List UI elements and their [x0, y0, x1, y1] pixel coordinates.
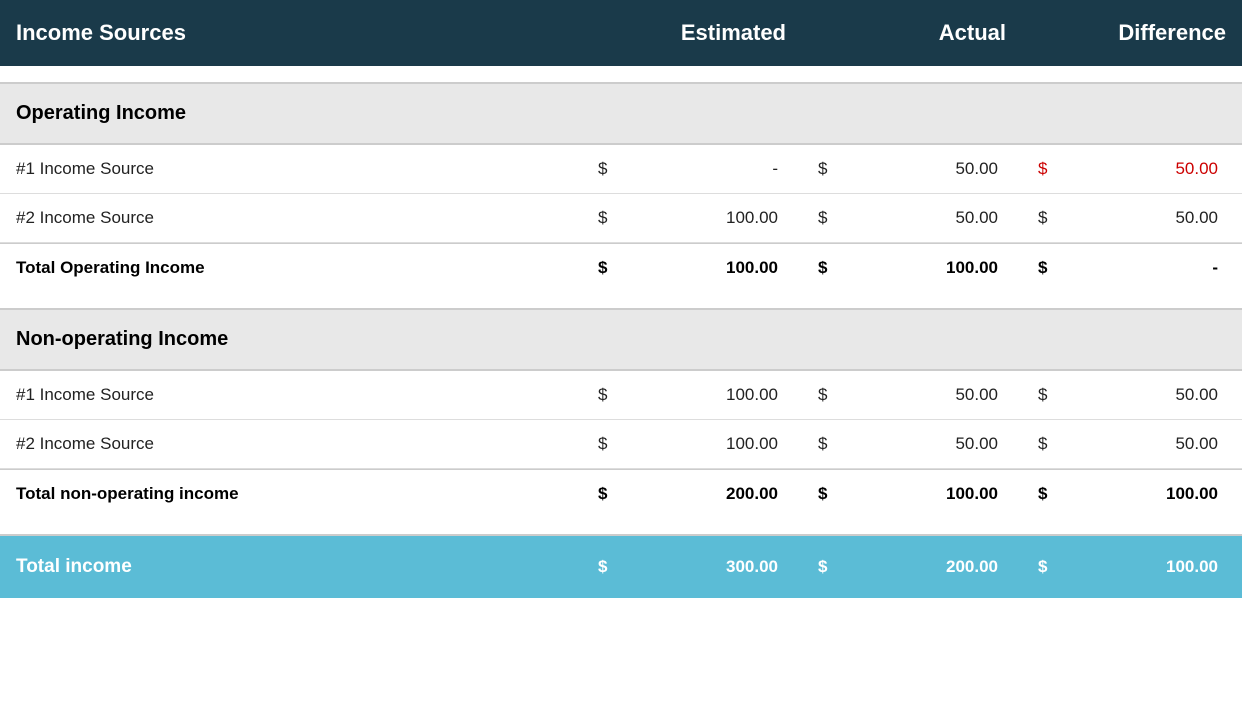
nonoperating-row-2-est-sym: $ [598, 434, 620, 454]
operating-total-row: Total Operating Income $ 100.00 $ 100.00… [0, 243, 1242, 292]
operating-total-act: $ 100.00 [802, 244, 1022, 292]
grand-total-act-val: 200.00 [840, 557, 1006, 577]
nonoperating-total-row: Total non-operating income $ 200.00 $ 10… [0, 469, 1242, 518]
nonoperating-total-act-val: 100.00 [840, 484, 1006, 504]
header-income-sources: Income Sources [0, 0, 582, 66]
nonoperating-row-1-act: $ 50.00 [802, 371, 1022, 419]
nonoperating-row-2-est: $ 100.00 [582, 420, 802, 468]
nonoperating-total-label: Total non-operating income [0, 470, 582, 518]
operating-total-diff-sym: $ [1038, 258, 1060, 278]
nonoperating-row-1-est-val: 100.00 [620, 385, 786, 405]
nonoperating-row-1-act-val: 50.00 [840, 385, 1006, 405]
grand-total-est-sym: $ [598, 557, 620, 577]
operating-row-1-act-sym: $ [818, 159, 840, 179]
nonoperating-row-2-act-sym: $ [818, 434, 840, 454]
nonoperating-row-2-diff-val: 50.00 [1060, 434, 1226, 454]
operating-row-1-diff-sym: $ [1038, 159, 1060, 179]
nonoperating-row-2-diff: $ 50.00 [1022, 420, 1242, 468]
grand-total-label: Total income [0, 536, 582, 598]
nonoperating-row-1-est: $ 100.00 [582, 371, 802, 419]
nonoperating-row-1-diff: $ 50.00 [1022, 371, 1242, 419]
income-table: Income Sources Estimated Actual Differen… [0, 0, 1242, 598]
nonoperating-row-1-diff-sym: $ [1038, 385, 1060, 405]
nonoperating-row-1-est-sym: $ [598, 385, 620, 405]
grand-total-diff: $ 100.00 [1022, 536, 1242, 598]
operating-total-act-sym: $ [818, 258, 840, 278]
nonoperating-row-2-est-val: 100.00 [620, 434, 786, 454]
grand-total-act: $ 200.00 [802, 536, 1022, 598]
nonoperating-row-2-label: #2 Income Source [0, 420, 582, 468]
operating-row-2-act-sym: $ [818, 208, 840, 228]
operating-income-section-header: Operating Income [0, 84, 1242, 143]
grand-total-est-val: 300.00 [620, 557, 786, 577]
operating-row-2-est: $ 100.00 [582, 194, 802, 242]
operating-total-diff-val: - [1060, 258, 1226, 278]
nonoperating-row-2-act-val: 50.00 [840, 434, 1006, 454]
operating-row-2: #2 Income Source $ 100.00 $ 50.00 $ 50.0… [0, 194, 1242, 243]
operating-total-act-val: 100.00 [840, 258, 1006, 278]
operating-row-1-est-sym: $ [598, 159, 620, 179]
spacer-1 [0, 66, 1242, 82]
nonoperating-total-est: $ 200.00 [582, 470, 802, 518]
nonoperating-total-act: $ 100.00 [802, 470, 1022, 518]
nonoperating-total-diff-sym: $ [1038, 484, 1060, 504]
operating-row-2-diff-val: 50.00 [1060, 208, 1226, 228]
nonoperating-income-title: Non-operating Income [0, 310, 582, 369]
nonoperating-total-est-sym: $ [598, 484, 620, 504]
operating-total-est-sym: $ [598, 258, 620, 278]
header-actual: Actual [802, 0, 1022, 66]
operating-row-2-diff: $ 50.00 [1022, 194, 1242, 242]
nonoperating-row-2-act: $ 50.00 [802, 420, 1022, 468]
operating-row-2-diff-sym: $ [1038, 208, 1060, 228]
operating-row-1-label: #1 Income Source [0, 145, 582, 193]
nonoperating-row-1: #1 Income Source $ 100.00 $ 50.00 $ 50.0… [0, 371, 1242, 420]
nonoperating-row-2: #2 Income Source $ 100.00 $ 50.00 $ 50.0… [0, 420, 1242, 469]
operating-income-title: Operating Income [0, 84, 582, 143]
grand-total-row: Total income $ 300.00 $ 200.00 $ 100.00 [0, 536, 1242, 598]
nonoperating-row-1-label: #1 Income Source [0, 371, 582, 419]
nonoperating-row-1-diff-val: 50.00 [1060, 385, 1226, 405]
nonoperating-row-2-diff-sym: $ [1038, 434, 1060, 454]
nonoperating-row-1-act-sym: $ [818, 385, 840, 405]
operating-row-1-est: $ - [582, 145, 802, 193]
grand-total-act-sym: $ [818, 557, 840, 577]
nonoperating-total-diff: $ 100.00 [1022, 470, 1242, 518]
operating-row-2-act-val: 50.00 [840, 208, 1006, 228]
operating-row-1: #1 Income Source $ - $ 50.00 $ 50.00 [0, 145, 1242, 194]
table-header: Income Sources Estimated Actual Differen… [0, 0, 1242, 66]
operating-row-1-diff: $ 50.00 [1022, 145, 1242, 193]
operating-row-2-label: #2 Income Source [0, 194, 582, 242]
header-estimated: Estimated [582, 0, 802, 66]
nonoperating-total-diff-val: 100.00 [1060, 484, 1226, 504]
operating-row-1-act-val: 50.00 [840, 159, 1006, 179]
operating-row-1-diff-val: 50.00 [1060, 159, 1226, 179]
operating-total-label: Total Operating Income [0, 244, 582, 292]
operating-row-1-act: $ 50.00 [802, 145, 1022, 193]
operating-row-2-est-sym: $ [598, 208, 620, 228]
operating-total-est: $ 100.00 [582, 244, 802, 292]
spacer-3 [0, 518, 1242, 534]
operating-row-2-est-val: 100.00 [620, 208, 786, 228]
operating-row-2-act: $ 50.00 [802, 194, 1022, 242]
nonoperating-total-est-val: 200.00 [620, 484, 786, 504]
grand-total-diff-sym: $ [1038, 557, 1060, 577]
operating-total-est-val: 100.00 [620, 258, 786, 278]
nonoperating-total-act-sym: $ [818, 484, 840, 504]
header-difference: Difference [1022, 0, 1242, 66]
grand-total-diff-val: 100.00 [1060, 557, 1226, 577]
spacer-2 [0, 292, 1242, 308]
operating-total-diff: $ - [1022, 244, 1242, 292]
nonoperating-income-section-header: Non-operating Income [0, 310, 1242, 369]
operating-row-1-est-val: - [620, 159, 786, 179]
grand-total-est: $ 300.00 [582, 536, 802, 598]
